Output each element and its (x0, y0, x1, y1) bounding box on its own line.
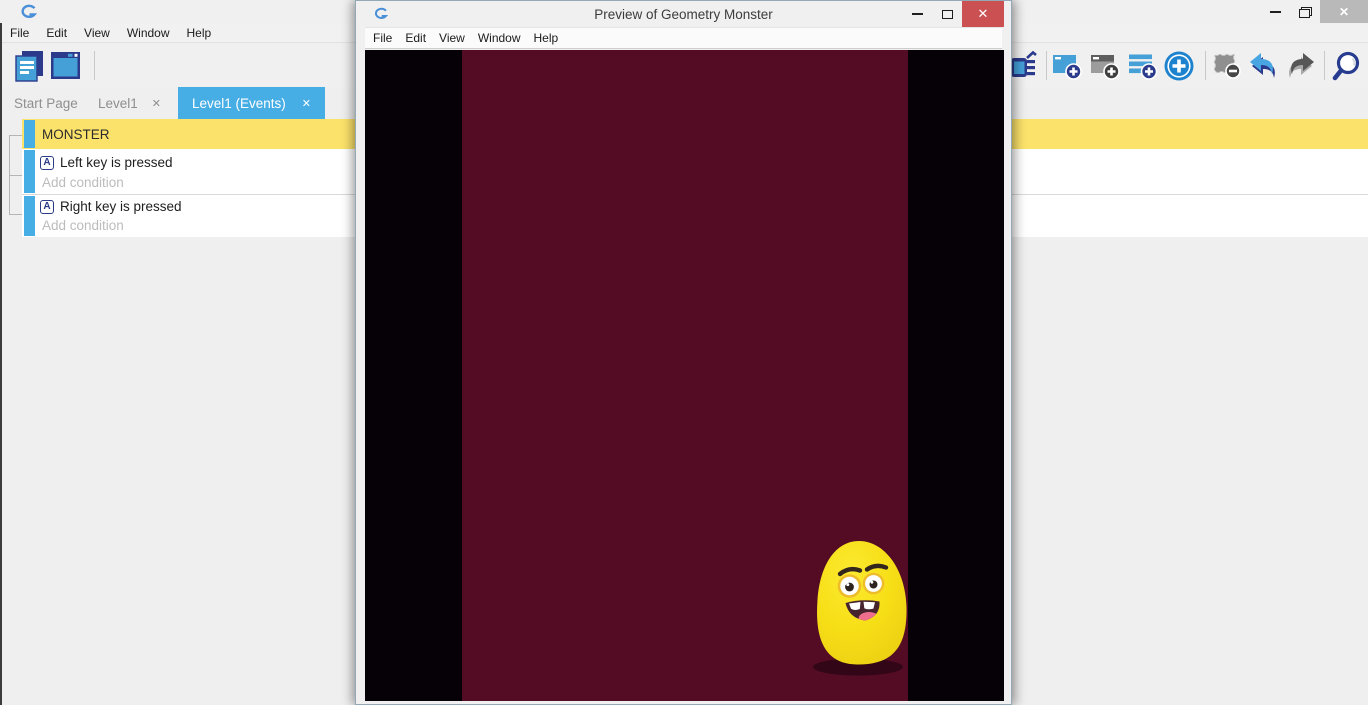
main-window-controls: ✕ (1260, 0, 1368, 23)
add-sub-event-icon[interactable] (1088, 49, 1122, 83)
event-group-label: MONSTER (42, 127, 110, 142)
remove-event-icon[interactable] (1210, 49, 1244, 83)
tab-close-icon[interactable]: ✕ (302, 97, 311, 110)
menu-window[interactable]: Window (127, 26, 170, 40)
debugger-icon[interactable] (1008, 49, 1040, 83)
event-selection-bar (24, 150, 35, 193)
menu-edit[interactable]: Edit (46, 26, 67, 40)
menu-file[interactable]: File (10, 26, 29, 40)
tab-level1-events[interactable]: Level1 (Events) ✕ (178, 87, 325, 119)
add-comment-icon[interactable] (1126, 49, 1160, 83)
tree-line (9, 175, 22, 176)
preview-window: Preview of Geometry Monster ✕ File Edit … (355, 0, 1012, 705)
preview-window-controls: ✕ (902, 1, 1004, 27)
menu-edit[interactable]: Edit (405, 31, 426, 45)
preview-minimize-button[interactable] (902, 1, 932, 27)
gdevelop-logo-icon (372, 7, 388, 25)
panel-left-border (0, 23, 2, 705)
minimize-button[interactable] (1260, 0, 1290, 23)
event-selection-bar (24, 196, 35, 236)
restore-button[interactable] (1290, 0, 1320, 23)
menu-file[interactable]: File (373, 31, 392, 45)
add-condition-link[interactable]: Add condition (42, 218, 124, 233)
toolbar-separator (1324, 51, 1325, 80)
gdevelop-app: ✕ File Edit View Window Help (0, 0, 1368, 705)
tab-start-page[interactable]: Start Page (14, 87, 78, 119)
menu-view[interactable]: View (84, 26, 110, 40)
search-icon[interactable] (1330, 49, 1364, 83)
preview-title-bar[interactable]: Preview of Geometry Monster ✕ (364, 1, 1003, 27)
game-canvas[interactable] (365, 50, 1004, 701)
scene-editor-icon[interactable] (49, 49, 83, 83)
menu-help[interactable]: Help (187, 26, 212, 40)
menu-window[interactable]: Window (478, 31, 521, 45)
condition-text: Right key is pressed (60, 199, 182, 214)
project-items-icon[interactable] (12, 49, 46, 83)
keyboard-key-icon: A (40, 200, 54, 214)
tab-level1[interactable]: Level1 ✕ (98, 87, 161, 119)
menu-help[interactable]: Help (534, 31, 559, 45)
preview-menu-bar: File Edit View Window Help (365, 27, 1002, 49)
tab-label: Level1 (98, 96, 138, 111)
add-condition-link[interactable]: Add condition (42, 175, 124, 190)
add-event-icon[interactable] (1050, 49, 1084, 83)
tab-close-icon[interactable]: ✕ (152, 97, 161, 110)
preview-close-button[interactable]: ✕ (962, 1, 1004, 27)
tab-label: Start Page (14, 96, 78, 111)
tab-label: Level1 (Events) (192, 96, 286, 111)
toolbar-separator (94, 51, 95, 80)
event-selection-bar (24, 120, 35, 148)
tree-line (9, 214, 22, 215)
toolbar-separator (1205, 51, 1206, 80)
menu-view[interactable]: View (439, 31, 465, 45)
close-button[interactable]: ✕ (1320, 0, 1368, 23)
condition-text: Left key is pressed (60, 155, 173, 170)
toolbar-separator (1046, 51, 1047, 80)
preview-maximize-button[interactable] (932, 1, 962, 27)
add-new-icon[interactable] (1162, 49, 1196, 83)
monster-sprite (813, 537, 913, 677)
tree-line (9, 135, 22, 136)
keyboard-key-icon: A (40, 156, 54, 170)
gdevelop-logo-icon (18, 4, 37, 24)
undo-icon[interactable] (1246, 49, 1280, 83)
redo-icon[interactable] (1284, 49, 1318, 83)
